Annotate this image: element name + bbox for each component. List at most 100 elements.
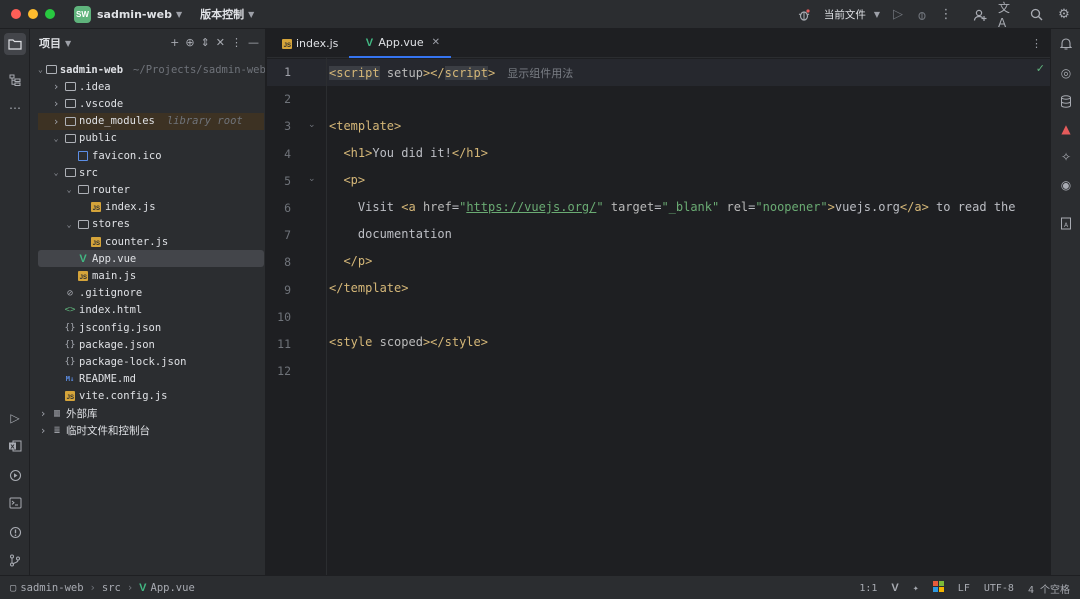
tree-item[interactable]: favicon.ico	[38, 147, 264, 164]
reader-mode-icon[interactable]: A	[1056, 213, 1076, 233]
tree-item[interactable]: JS counter.js	[38, 233, 264, 250]
notifications-bell-icon[interactable]	[1056, 33, 1076, 53]
tree-item[interactable]: ⌄ src	[38, 164, 264, 181]
tree-item[interactable]: JS vite.config.js	[38, 388, 264, 405]
ai-assistant-icon[interactable]: ◎	[1056, 63, 1076, 83]
tree-item[interactable]: <> index.html	[38, 302, 264, 319]
tree-item[interactable]: ⊘ .gitignore	[38, 285, 264, 302]
tree-item[interactable]: › ≣ 临时文件和控制台	[38, 422, 264, 439]
options-icon[interactable]: ⋮	[231, 36, 242, 49]
git-branch-icon[interactable]	[4, 549, 26, 571]
inspection-ok-icon[interactable]: ✓	[1036, 62, 1045, 75]
tab-index-js[interactable]: JS index.js	[267, 29, 349, 58]
tree-item[interactable]: ⌄ sadmin-web ~/Projects/sadmin-web	[38, 61, 265, 78]
debug-bug-icon[interactable]	[794, 5, 814, 25]
maven-icon[interactable]: ▲	[1056, 119, 1076, 139]
file-encoding[interactable]: UTF-8	[984, 583, 1014, 594]
line-number[interactable]: 3	[267, 119, 291, 133]
tree-item[interactable]: ⌄ public	[38, 130, 264, 147]
database-icon[interactable]	[1056, 91, 1076, 111]
project-panel-title[interactable]: 项目	[39, 35, 61, 51]
chevron-down-icon[interactable]: ⌄	[38, 65, 43, 74]
vcs-menu[interactable]: 版本控制	[200, 6, 244, 22]
caret-position[interactable]: 1:1	[859, 583, 877, 594]
fold-chevron-icon[interactable]: ⌄	[308, 174, 316, 184]
close-tab-icon[interactable]: ✕	[432, 37, 440, 48]
more-tools-icon[interactable]: ⋯	[4, 97, 26, 119]
line-number[interactable]: 6	[267, 201, 291, 215]
tree-item[interactable]: › .idea	[38, 78, 264, 95]
tree-item[interactable]: ⌄ router	[38, 181, 264, 198]
tree-item[interactable]: V App.vue	[38, 250, 264, 268]
tree-item[interactable]: › ▥ 外部库	[38, 405, 264, 422]
line-number[interactable]: 2	[267, 92, 291, 106]
tree-item[interactable]: {} jsconfig.json	[38, 319, 264, 336]
indent-setting[interactable]: 4 个空格	[1028, 581, 1070, 596]
collapse-all-icon[interactable]: ✕	[216, 36, 225, 49]
gear-icon[interactable]: ⚙	[1054, 5, 1074, 25]
zoom-window-button[interactable]	[45, 9, 55, 19]
chevron-down-icon[interactable]: ⌄	[51, 168, 61, 177]
breadcrumb-item[interactable]: src	[102, 582, 121, 594]
chevron-down-icon[interactable]: ⌄	[51, 134, 61, 143]
hide-panel-icon[interactable]: —	[248, 36, 259, 49]
line-separator[interactable]: LF	[958, 583, 970, 594]
project-switcher[interactable]: sadmin-web	[97, 8, 172, 21]
problems-icon[interactable]	[4, 521, 26, 543]
chevron-right-icon[interactable]: ›	[38, 424, 48, 437]
chevron-right-icon[interactable]: ›	[51, 80, 61, 93]
inlay-hint[interactable]: 显示组件用法	[507, 67, 573, 80]
tree-item[interactable]: ⌄ stores	[38, 216, 264, 233]
line-number[interactable]: 1	[267, 65, 291, 79]
line-number[interactable]: 5	[267, 174, 291, 188]
line-number[interactable]: 4	[267, 147, 291, 161]
windows-logo-icon[interactable]	[932, 581, 944, 595]
excel-icon[interactable]: X	[4, 435, 26, 457]
chevron-down-icon[interactable]: ⌄	[64, 185, 74, 194]
search-icon[interactable]	[1026, 5, 1046, 25]
plugin-icon[interactable]: ✧	[1056, 147, 1076, 167]
tree-item[interactable]: M↓ README.md	[38, 371, 264, 388]
more-actions-icon[interactable]: ⋮	[936, 5, 956, 25]
expand-all-icon[interactable]: ⇕	[201, 36, 210, 49]
tree-item[interactable]: {} package-lock.json	[38, 353, 264, 370]
line-number[interactable]: 10	[267, 310, 291, 324]
breadcrumb-item[interactable]: sadmin-web	[20, 582, 83, 594]
breadcrumb-item[interactable]: App.vue	[151, 582, 195, 594]
coverage-icon[interactable]: ◉	[1056, 175, 1076, 195]
tree-item[interactable]: {} package.json	[38, 336, 264, 353]
chevron-down-icon[interactable]: ▼	[65, 39, 71, 48]
ai-icon[interactable]: ✦	[913, 583, 919, 594]
locate-file-icon[interactable]: ⊕	[185, 36, 194, 49]
line-number[interactable]: 7	[267, 228, 291, 242]
tree-item[interactable]: › .vscode	[38, 95, 264, 112]
terminal-icon[interactable]	[4, 492, 26, 514]
line-number[interactable]: 11	[267, 337, 291, 351]
run-tool-icon[interactable]: ▷	[4, 407, 26, 429]
services-icon[interactable]	[4, 464, 26, 486]
run-configuration-select[interactable]: 当前文件	[824, 7, 866, 22]
debug-icon[interactable]	[912, 5, 932, 25]
chevron-down-icon[interactable]: ⌄	[64, 220, 74, 229]
add-user-icon[interactable]	[970, 5, 990, 25]
project-tool-folder-icon[interactable]	[4, 33, 26, 55]
new-file-icon[interactable]: +	[170, 36, 179, 49]
translate-icon[interactable]: 文A	[998, 1, 1018, 30]
chevron-right-icon[interactable]: ›	[51, 97, 61, 110]
minimize-window-button[interactable]	[28, 9, 38, 19]
line-number[interactable]: 12	[267, 364, 291, 378]
tab-app-vue[interactable]: V App.vue ✕	[349, 29, 452, 58]
chevron-right-icon[interactable]: ›	[38, 407, 48, 420]
close-window-button[interactable]	[11, 9, 21, 19]
fold-chevron-icon[interactable]: ⌄	[308, 120, 316, 130]
line-number[interactable]: 9	[267, 283, 291, 297]
tree-item[interactable]: › node_modules library root	[38, 112, 264, 130]
tree-item[interactable]: JS index.js	[38, 199, 264, 216]
vue-language-icon[interactable]: V	[891, 582, 898, 594]
chevron-right-icon[interactable]: ›	[51, 115, 61, 128]
code-editor[interactable]: 1 2 3 4 5 6 7 8 9 10 11 12 ⌄ ⌄ <script setup></scri…	[267, 58, 1050, 575]
tree-item[interactable]: JS main.js	[38, 267, 264, 284]
run-icon[interactable]: ▷	[888, 5, 908, 25]
line-number[interactable]: 8	[267, 255, 291, 269]
tab-options-icon[interactable]: ⋮	[1031, 37, 1042, 50]
